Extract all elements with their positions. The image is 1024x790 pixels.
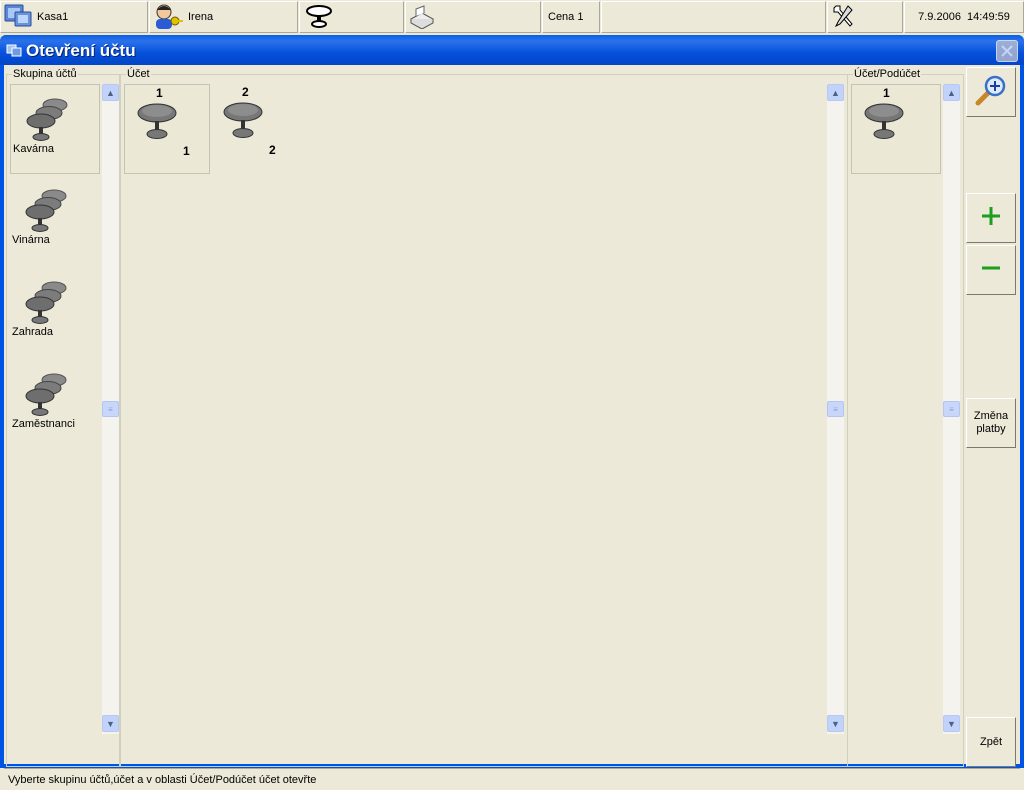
- subaccount-tile-1[interactable]: 1: [851, 84, 941, 174]
- user-icon: [152, 2, 184, 33]
- minus-icon: [980, 257, 1002, 283]
- settings-cell[interactable]: [827, 1, 903, 33]
- printer-cell: [405, 1, 541, 33]
- tables-group-icon: [22, 186, 70, 237]
- status-text: Vyberte skupinu účtů,účet a v oblasti Úč…: [8, 774, 317, 786]
- chevron-down-icon: ▼: [947, 718, 956, 729]
- account-group-legend: Skupina účtů: [12, 68, 78, 80]
- chevron-down-icon: ▼: [106, 718, 115, 729]
- close-icon: [1001, 45, 1013, 57]
- price-label: Cena 1: [548, 11, 584, 23]
- account-scrollbar[interactable]: ▲ ≡ ▼: [827, 84, 844, 734]
- chevron-down-icon: ▼: [831, 718, 840, 729]
- chevron-up-icon: ▲: [106, 87, 115, 98]
- account-number-bottom: 1: [183, 144, 190, 158]
- scroll-up-button[interactable]: ▲: [943, 84, 960, 101]
- subaccount-number: 1: [883, 86, 890, 100]
- group-label: Zaměstnanci: [12, 418, 75, 430]
- datetime-label: 7.9.2006 14:49:59: [918, 11, 1010, 23]
- close-button[interactable]: [996, 40, 1018, 62]
- zoom-button[interactable]: [966, 67, 1016, 117]
- account-group-panel: Skupina účtů Kavárna Vinárna Zahrada Zam…: [6, 68, 120, 767]
- account-tile-1[interactable]: 1 1: [124, 84, 210, 174]
- account-panel: Účet 1 1 2 2 ▲ ≡ ▼: [120, 68, 848, 767]
- table-icon: [137, 103, 181, 146]
- top-status-bar: Kasa1 Irena Cena 1 7.9.2006 14:49:59: [0, 0, 1024, 34]
- scroll-up-button[interactable]: ▲: [827, 84, 844, 101]
- group-tile-zamestnanci[interactable]: Zaměstnanci: [10, 360, 100, 450]
- table-icon: [304, 3, 334, 32]
- datetime-cell: 7.9.2006 14:49:59: [904, 1, 1024, 33]
- group-tile-vinarna[interactable]: Vinárna: [10, 176, 100, 266]
- scroll-thumb[interactable]: ≡: [827, 401, 844, 417]
- group-label: Zahrada: [12, 326, 53, 338]
- price-cell: Cena 1: [542, 1, 600, 33]
- tables-group-icon: [22, 370, 70, 421]
- account-number-top: 2: [242, 85, 249, 99]
- grip-icon: ≡: [949, 404, 954, 414]
- subaccount-scrollbar[interactable]: ▲ ≡ ▼: [943, 84, 960, 734]
- account-number-bottom: 2: [269, 143, 276, 157]
- cashier-cell: Kasa1: [0, 1, 148, 33]
- tables-group-icon: [23, 95, 71, 146]
- printer-icon: [408, 3, 436, 32]
- group-scrollbar[interactable]: ▲ ≡ ▼: [102, 84, 119, 734]
- subaccount-panel: Účet/Podúčet 1 ▲ ≡ ▼: [847, 68, 964, 767]
- status-bar: Vyberte skupinu účtů,účet a v oblasti Úč…: [4, 768, 1020, 790]
- magnifier-plus-icon: [974, 73, 1008, 111]
- chevron-up-icon: ▲: [831, 87, 840, 98]
- scroll-thumb[interactable]: ≡: [943, 401, 960, 417]
- user-label: Irena: [188, 11, 214, 23]
- scroll-down-button[interactable]: ▼: [943, 715, 960, 732]
- scroll-down-button[interactable]: ▼: [827, 715, 844, 732]
- group-tile-zahrada[interactable]: Zahrada: [10, 268, 100, 358]
- grip-icon: ≡: [833, 404, 838, 414]
- tools-icon: [830, 2, 858, 33]
- scroll-down-button[interactable]: ▼: [102, 715, 119, 732]
- window-client-area: Skupina účtů Kavárna Vinárna Zahrada Zam…: [4, 65, 1020, 786]
- remove-button[interactable]: [966, 245, 1016, 295]
- user-cell: Irena: [149, 1, 298, 33]
- back-button[interactable]: Zpět: [966, 717, 1016, 767]
- table-icon: [223, 102, 267, 145]
- window-icon: [6, 43, 22, 60]
- table-cell: [299, 1, 404, 33]
- change-payment-label: Změna platby: [973, 410, 1009, 435]
- plus-icon: [980, 205, 1002, 231]
- add-button[interactable]: [966, 193, 1016, 243]
- table-icon: [864, 103, 908, 146]
- computer-icon: [3, 2, 33, 33]
- empty-cell: [601, 1, 826, 33]
- account-legend: Účet: [126, 68, 151, 80]
- change-payment-button[interactable]: Změna platby: [966, 398, 1016, 448]
- cashier-label: Kasa1: [37, 11, 69, 23]
- group-label: Kavárna: [13, 143, 54, 155]
- window-title: Otevření účtu: [26, 41, 136, 60]
- group-tile-kavarna[interactable]: Kavárna: [10, 84, 100, 174]
- account-tile-2[interactable]: 2 2: [211, 84, 297, 174]
- grip-icon: ≡: [108, 404, 113, 414]
- back-label: Zpět: [979, 735, 1002, 748]
- scroll-thumb[interactable]: ≡: [102, 401, 119, 417]
- subaccount-legend: Účet/Podúčet: [853, 68, 922, 80]
- title-bar: Otevření účtu: [0, 35, 1024, 65]
- account-number-top: 1: [156, 86, 163, 100]
- open-account-window: Otevření účtu Skupina účtů Kavárna Vinár…: [0, 35, 1024, 786]
- group-label: Vinárna: [12, 234, 50, 246]
- chevron-up-icon: ▲: [947, 87, 956, 98]
- tables-group-icon: [22, 278, 70, 329]
- scroll-up-button[interactable]: ▲: [102, 84, 119, 101]
